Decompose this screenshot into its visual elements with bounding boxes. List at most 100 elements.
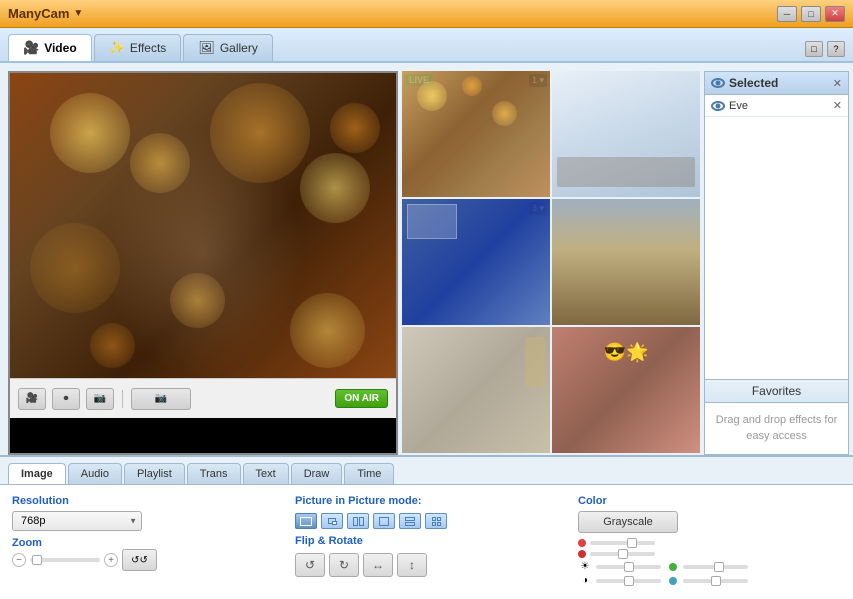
tab-playlist[interactable]: Playlist bbox=[124, 463, 185, 484]
tab-trans[interactable]: Trans bbox=[187, 463, 241, 484]
minimize-button[interactable]: ─ bbox=[777, 6, 797, 22]
pip-icon-6 bbox=[432, 517, 441, 526]
selected-eye-icon bbox=[711, 101, 725, 111]
bokeh-5 bbox=[330, 103, 380, 153]
grid-cell-1[interactable]: LIVE 1 ▾ bbox=[402, 71, 550, 197]
video-controls: 🎥 ⏺ 📷 📷 ON AIR bbox=[10, 378, 396, 418]
color-slider-1[interactable] bbox=[590, 541, 655, 545]
resolution-select[interactable]: 768p 480p 720p 1080p bbox=[12, 511, 142, 531]
brightness-icon: ☀ bbox=[578, 561, 592, 572]
record-btn[interactable]: ⏺ bbox=[52, 388, 80, 410]
helper-btn-1[interactable]: □ bbox=[805, 41, 823, 57]
window-controls: ─ □ ✕ bbox=[777, 6, 845, 22]
selected-item-name: Eve bbox=[729, 100, 748, 112]
zoom-reset-btn[interactable]: ↺↺ bbox=[122, 549, 157, 571]
flip-v-btn[interactable]: ↕ bbox=[397, 553, 427, 577]
tab-audio-label: Audio bbox=[81, 468, 109, 480]
color-dot-green bbox=[669, 563, 677, 571]
color-slider-3[interactable] bbox=[596, 565, 661, 569]
pip-btn-5[interactable] bbox=[399, 513, 421, 529]
gallery-tab-icon: 🖼 bbox=[198, 40, 215, 56]
tab-draw[interactable]: Draw bbox=[291, 463, 343, 484]
selected-content-area bbox=[705, 117, 848, 379]
flip-label: Flip & Rotate bbox=[295, 535, 363, 547]
rotate-left-btn[interactable]: ↺ bbox=[295, 553, 325, 577]
zoom-minus-btn[interactable]: − bbox=[12, 553, 26, 567]
color-slider-6[interactable] bbox=[683, 579, 748, 583]
tab-playlist-label: Playlist bbox=[137, 468, 172, 480]
resolution-label: Resolution bbox=[12, 495, 275, 507]
tab-image-label: Image bbox=[21, 468, 53, 480]
pip-btn-2[interactable] bbox=[321, 513, 343, 529]
tab-effects[interactable]: ✨ Effects bbox=[94, 34, 182, 61]
on-air-button[interactable]: ON AIR bbox=[335, 389, 388, 408]
grid-cell-4[interactable]: 4 ▾ bbox=[552, 199, 700, 325]
rotate-right-btn[interactable]: ↻ bbox=[329, 553, 359, 577]
window-helper-controls: □ ? bbox=[805, 41, 845, 57]
color-slider-4[interactable] bbox=[683, 565, 748, 569]
tab-time[interactable]: Time bbox=[344, 463, 394, 484]
dropdown-arrow[interactable]: ▼ bbox=[73, 8, 83, 19]
grid-cell-6[interactable]: 6 ▾ 😎🌟 bbox=[552, 327, 700, 453]
grid-cell-5[interactable]: 5 ▾ bbox=[402, 327, 550, 453]
flip-h-btn[interactable]: ↔ bbox=[363, 553, 393, 577]
tab-text[interactable]: Text bbox=[243, 463, 289, 484]
tab-image[interactable]: Image bbox=[8, 463, 66, 484]
color-row-3: ☀ bbox=[578, 561, 841, 572]
pip-icon-4 bbox=[379, 517, 389, 526]
slider-thumb-5 bbox=[624, 576, 634, 586]
slider-thumb-1 bbox=[627, 538, 637, 548]
tab-audio[interactable]: Audio bbox=[68, 463, 122, 484]
grid-row-1: LIVE 1 ▾ 2 ▾ bbox=[402, 71, 700, 197]
selected-item-close-btn[interactable]: ✕ bbox=[833, 99, 842, 112]
grid-row-3: 5 ▾ 6 ▾ 😎🌟 bbox=[402, 327, 700, 453]
selected-label: Selected bbox=[729, 76, 778, 90]
bokeh-4 bbox=[300, 153, 370, 223]
desktop-win bbox=[407, 204, 457, 239]
flip-label-row: Flip & Rotate bbox=[295, 535, 558, 547]
camera-btn[interactable]: 🎥 bbox=[18, 388, 46, 410]
pip-btn-6[interactable] bbox=[425, 513, 447, 529]
bottom-tab-bar: Image Audio Playlist Trans Text Draw Tim… bbox=[0, 455, 853, 484]
restore-button[interactable]: □ bbox=[801, 6, 821, 22]
selected-close-btn[interactable]: ✕ bbox=[833, 77, 842, 90]
tab-gallery[interactable]: 🖼 Gallery bbox=[183, 34, 273, 61]
zoom-plus-btn[interactable]: + bbox=[104, 553, 118, 567]
tab-draw-label: Draw bbox=[304, 468, 330, 480]
grid-cell-3[interactable]: 3 ▾ bbox=[402, 199, 550, 325]
close-button[interactable]: ✕ bbox=[825, 6, 845, 22]
zoom-label: Zoom bbox=[12, 537, 42, 549]
drag-drop-text: Drag and drop effects for easy access bbox=[715, 413, 838, 444]
eye-icon bbox=[711, 78, 725, 88]
zoom-track[interactable] bbox=[30, 558, 100, 562]
grid-cell-2[interactable]: 2 ▾ bbox=[552, 71, 700, 197]
title-bar: ManyCam ▼ ─ □ ✕ bbox=[0, 0, 853, 28]
main-video-feed bbox=[10, 73, 396, 378]
tab-video[interactable]: 🎥 Video bbox=[8, 34, 92, 61]
pip-btn-1[interactable] bbox=[295, 513, 317, 529]
color-dot-cyan bbox=[669, 577, 677, 585]
pip-btn-4[interactable] bbox=[373, 513, 395, 529]
tab-effects-label: Effects bbox=[130, 41, 166, 55]
selected-header: Selected ✕ bbox=[705, 72, 848, 95]
pip-icon-2-inner bbox=[332, 521, 337, 525]
grayscale-button[interactable]: Grayscale bbox=[578, 511, 678, 533]
settings-col-3: Color Grayscale ☀ bbox=[578, 495, 841, 589]
tab-text-label: Text bbox=[256, 468, 276, 480]
pip-label: Picture in Picture mode: bbox=[295, 495, 558, 507]
color-slider-5[interactable] bbox=[596, 579, 661, 583]
snapshot-btn[interactable]: 📷 bbox=[86, 388, 114, 410]
main-container: 🎥 Video ✨ Effects 🖼 Gallery □ ? bbox=[0, 28, 853, 599]
color-row-4: ◑ bbox=[578, 575, 841, 586]
webcam-btn[interactable]: 📷 bbox=[131, 388, 191, 410]
helper-btn-2[interactable]: ? bbox=[827, 41, 845, 57]
slider-thumb-3 bbox=[624, 562, 634, 572]
cell-bg-4 bbox=[552, 199, 700, 325]
pip-btn-3[interactable] bbox=[347, 513, 369, 529]
color-slider-2[interactable] bbox=[590, 552, 655, 556]
favorites-section: Favorites Drag and drop effects for easy… bbox=[705, 379, 848, 454]
selected-item-eve: Eve ✕ bbox=[705, 95, 848, 117]
flip-buttons-row: ↺ ↻ ↔ ↕ bbox=[295, 553, 558, 577]
lamp-shape bbox=[525, 337, 545, 387]
favorites-label: Favorites bbox=[752, 384, 801, 398]
